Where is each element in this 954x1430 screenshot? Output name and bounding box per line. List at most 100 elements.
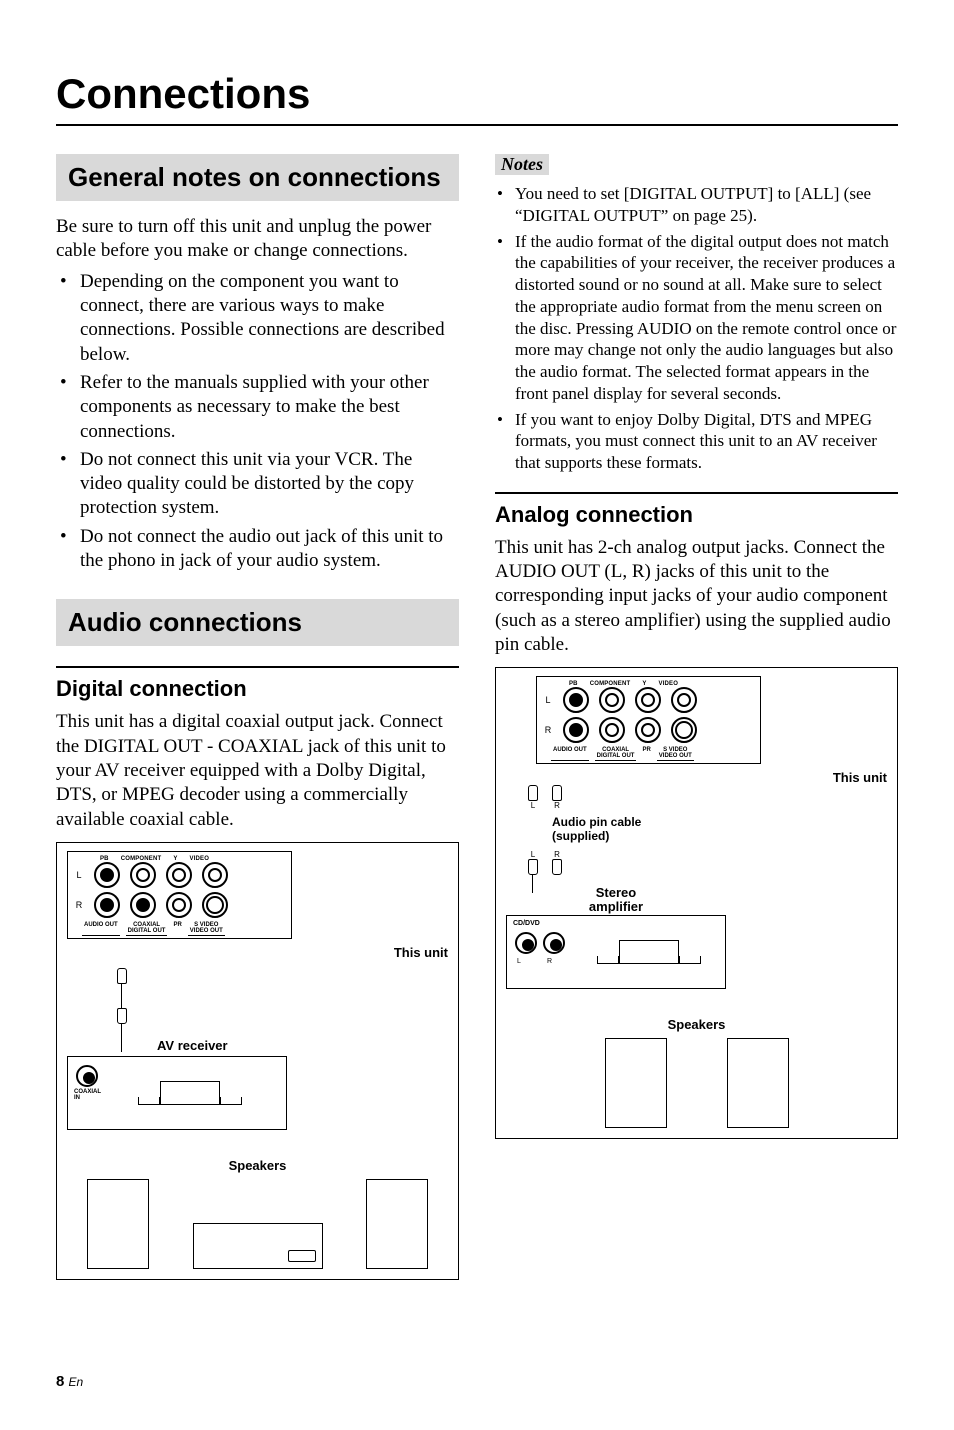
heading-general-notes: General notes on connections [56, 154, 459, 201]
wire-icon [532, 875, 533, 893]
left-column: General notes on connections Be sure to … [56, 154, 459, 1280]
heading-digital-connection: Digital connection [56, 666, 459, 704]
label-cd-dvd: CD/DVD [513, 920, 540, 927]
general-bullet: Refer to the manuals supplied with your … [56, 371, 459, 444]
label-audio-out: AUDIO OUT [82, 922, 120, 936]
label-pr: PR [642, 747, 650, 761]
page-title: Connections [56, 70, 898, 126]
label-digital-out: DIGITAL OUT [595, 753, 637, 761]
page-footer: 8 En [56, 1373, 83, 1390]
label-pr: PR [173, 922, 181, 936]
general-bullet: Do not connect this unit via your VCR. T… [56, 448, 459, 521]
note-item: If the audio format of the digital outpu… [495, 231, 898, 405]
analog-connection-body: This unit has 2-ch analog output jacks. … [495, 536, 898, 658]
plug-r-label: R [554, 850, 560, 859]
label-video: VIDEO [659, 681, 679, 687]
plug-icon [117, 968, 127, 984]
amp-icon [138, 1081, 242, 1105]
plug-r-icon [552, 859, 562, 875]
notes-list: You need to set [DIGITAL OUTPUT] to [ALL… [495, 183, 898, 474]
channel-l-icon: L [543, 695, 553, 705]
input-jack-r-icon [543, 932, 565, 954]
wire-icon [121, 984, 122, 1008]
speaker-icon [87, 1179, 149, 1269]
plug-l-label: L [531, 850, 535, 859]
plug-l-icon [528, 785, 538, 801]
jack-svideo-icon [671, 717, 697, 743]
jack-icon [166, 892, 192, 918]
label-video-out: VIDEO OUT [188, 928, 225, 936]
label-video-out: VIDEO OUT [657, 753, 694, 761]
speakers-group: Speakers [506, 1017, 887, 1128]
label-coaxial-in: COAXIAL IN [74, 1089, 101, 1101]
speaker-icon [366, 1179, 428, 1269]
label-audio-pin-cable: Audio pin cable (supplied) [552, 816, 641, 844]
speakers-group: Speakers [67, 1158, 448, 1269]
jack-icon [635, 717, 661, 743]
jack-r-icon [563, 717, 589, 743]
content-columns: General notes on connections Be sure to … [56, 154, 898, 1280]
stereo-amplifier-box: Stereo amplifier CD/DVD L R [506, 915, 726, 989]
panel-bottom-labels: AUDIO OUT COAXIAL DIGITAL OUT PR S VIDEO… [74, 922, 285, 936]
page-number: 8 [56, 1373, 64, 1390]
label-y: Y [173, 856, 177, 862]
plug-l-icon [528, 859, 538, 875]
general-bullet: Depending on the component you want to c… [56, 270, 459, 367]
channel-r-icon: R [74, 900, 84, 910]
input-jack-l-icon [515, 932, 537, 954]
jack-icon [599, 687, 625, 713]
notes-heading: Notes [495, 154, 549, 175]
jack-icon [94, 862, 120, 888]
amp-icon [597, 940, 701, 964]
label-digital-out: DIGITAL OUT [126, 928, 168, 936]
label-video: VIDEO [190, 856, 210, 862]
plug-r-label: R [554, 801, 560, 810]
note-item: You need to set [DIGITAL OUTPUT] to [ALL… [495, 183, 898, 227]
right-column: Notes You need to set [DIGITAL OUTPUT] t… [495, 154, 898, 1280]
jack-l-sublabel: L [517, 958, 521, 965]
heading-audio-connections: Audio connections [56, 599, 459, 646]
note-item: If you want to enjoy Dolby Digital, DTS … [495, 409, 898, 474]
rear-panel: PB COMPONENT Y VIDEO L R [67, 851, 292, 939]
jack-icon [166, 862, 192, 888]
channel-l-icon: L [74, 870, 84, 880]
label-speakers: Speakers [67, 1158, 448, 1173]
panel-bottom-labels: AUDIO OUT COAXIAL DIGITAL OUT PR S VIDEO… [543, 747, 754, 761]
general-intro: Be sure to turn off this unit and unplug… [56, 215, 459, 264]
general-bullets: Depending on the component you want to c… [56, 270, 459, 574]
plug-l-label: L [531, 801, 535, 810]
digital-connection-body: This unit has a digital coaxial output j… [56, 710, 459, 832]
av-receiver-box: COAXIAL IN [67, 1056, 287, 1130]
coaxial-in-jack-icon [76, 1065, 98, 1087]
jack-icon [671, 687, 697, 713]
jack-coaxial-icon [130, 892, 156, 918]
label-speakers: Speakers [506, 1017, 887, 1032]
center-speaker-icon [193, 1223, 323, 1269]
jack-icon [635, 687, 661, 713]
label-component: COMPONENT [121, 856, 162, 862]
speaker-icon [727, 1038, 789, 1128]
jack-l-icon [563, 687, 589, 713]
jack-icon [94, 892, 120, 918]
heading-analog-connection: Analog connection [495, 492, 898, 530]
diagram-analog: PB COMPONENT Y VIDEO L R [495, 667, 898, 1139]
page-lang: En [69, 1375, 84, 1389]
cable-run: AV receiver [67, 968, 448, 1052]
speaker-icon [605, 1038, 667, 1128]
label-this-unit: This unit [67, 945, 448, 960]
label-audio-out: AUDIO OUT [551, 747, 589, 761]
label-stereo-amplifier: Stereo amplifier [589, 886, 643, 915]
plug-icon [117, 1008, 127, 1024]
channel-r-icon: R [543, 725, 553, 735]
jack-icon [130, 862, 156, 888]
general-bullet: Do not connect the audio out jack of thi… [56, 525, 459, 574]
label-av-receiver: AV receiver [157, 1038, 228, 1053]
jack-icon [599, 717, 625, 743]
rear-panel: PB COMPONENT Y VIDEO L R [536, 676, 761, 764]
jack-svideo-icon [202, 892, 228, 918]
cable-run: L R Audio pin cable (supplied) L R [506, 785, 887, 893]
plug-r-icon [552, 785, 562, 801]
label-this-unit: This unit [506, 770, 887, 785]
wire-icon [121, 1024, 122, 1052]
diagram-digital: PB COMPONENT Y VIDEO L R [56, 842, 459, 1280]
